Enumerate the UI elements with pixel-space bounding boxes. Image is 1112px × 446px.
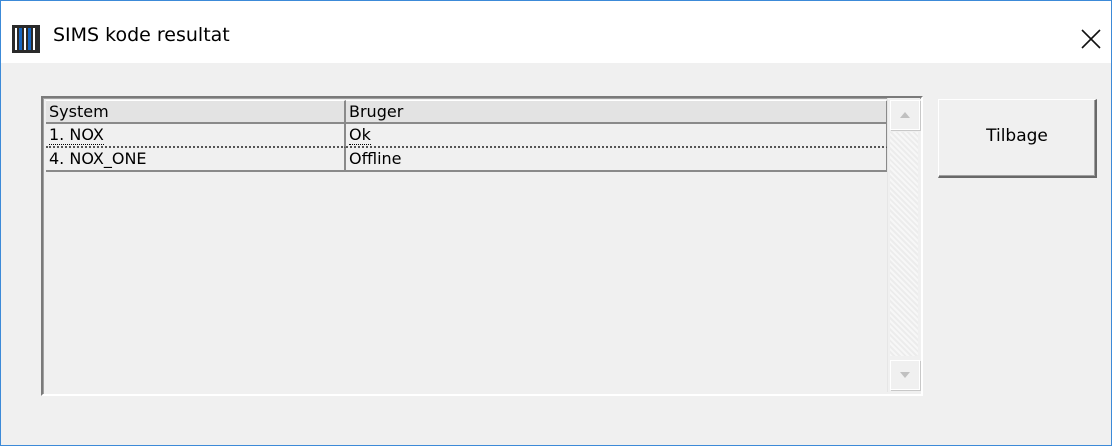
cell-system[interactable]: 1. NOX: [46, 124, 346, 148]
scroll-up-icon[interactable]: [890, 100, 920, 130]
cell-system[interactable]: 4. NOX_ONE: [46, 148, 346, 172]
cell-bruger[interactable]: Ok: [346, 124, 888, 148]
scroll-track[interactable]: [890, 132, 918, 356]
back-button[interactable]: Tilbage: [938, 99, 1097, 178]
column-header-system[interactable]: System: [46, 100, 346, 124]
vertical-scrollbar[interactable]: [887, 98, 920, 392]
cell-bruger[interactable]: Offline: [346, 148, 888, 172]
title-bar[interactable]: SIMS kode resultat: [1, 1, 1111, 63]
result-grid: System Bruger 1. NOX Ok 4. NOX_ONE Offli…: [46, 100, 888, 172]
barcode-icon: [12, 25, 40, 53]
scroll-down-icon[interactable]: [890, 360, 920, 390]
result-list[interactable]: System Bruger 1. NOX Ok 4. NOX_ONE Offli…: [41, 96, 923, 396]
table-header: System Bruger: [46, 100, 888, 124]
dialog-window: SIMS kode resultat System Bruger 1. NOX …: [0, 0, 1112, 446]
table-row[interactable]: 1. NOX Ok: [46, 124, 888, 148]
table-row[interactable]: 4. NOX_ONE Offline: [46, 148, 888, 172]
column-header-bruger[interactable]: Bruger: [346, 100, 888, 124]
window-title: SIMS kode resultat: [53, 24, 230, 46]
close-icon[interactable]: [1073, 21, 1109, 57]
